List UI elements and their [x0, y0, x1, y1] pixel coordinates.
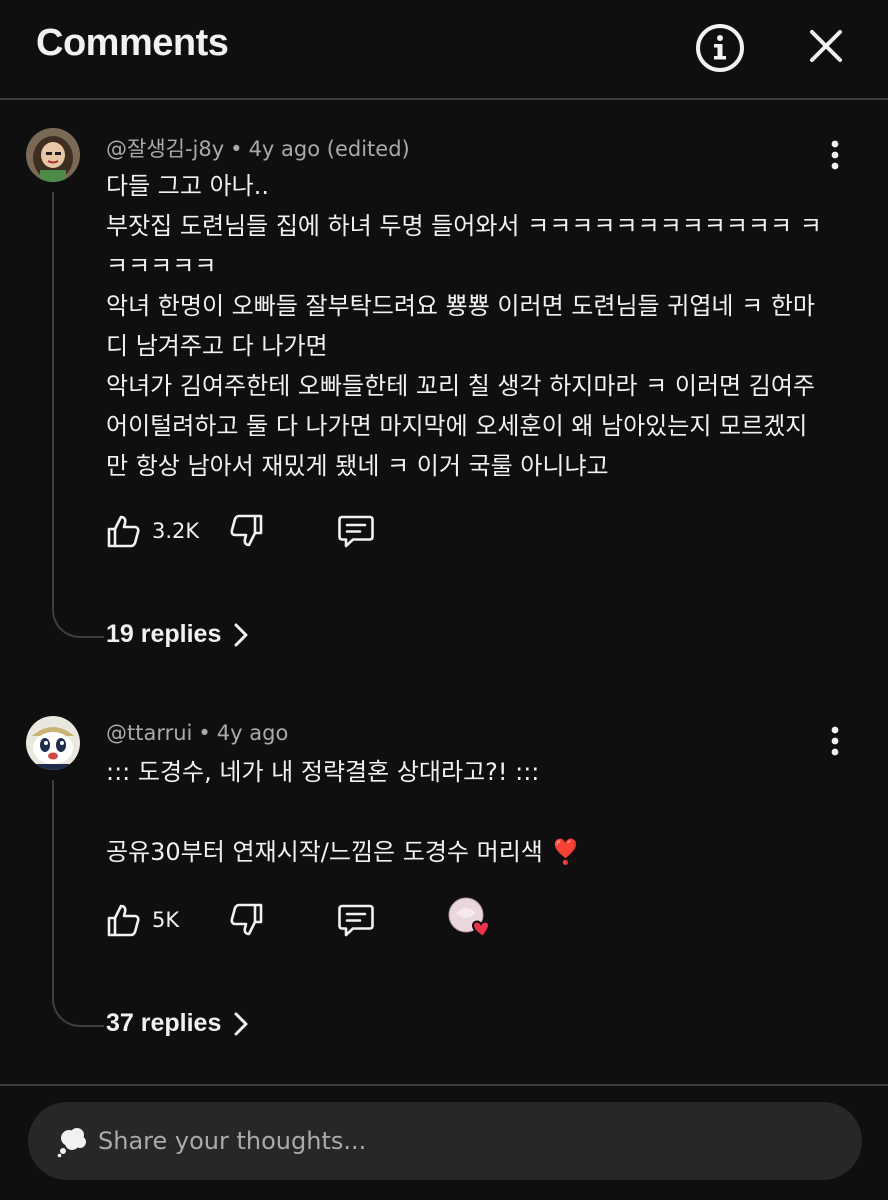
comment-line: 다들 그고 아나..	[106, 172, 269, 200]
replies-count: 19 replies	[106, 620, 222, 648]
close-icon	[810, 30, 842, 62]
comment-line: 악녀 한명이 오빠들 잘부탁드려요 뿅뿅 이러면 도련님들 귀엽네 ㅋ 한마디 …	[106, 292, 815, 360]
chevron-right-icon	[234, 1012, 248, 1035]
comment-input[interactable]	[98, 1116, 818, 1166]
separator-dot: •	[198, 721, 211, 745]
page-title: Comments	[36, 22, 229, 64]
thumbs-up-icon	[107, 904, 140, 937]
comment-text: ::: 도경수, 네가 내 정략결혼 상대라고?! ::: 공유30부터 연재시…	[106, 752, 826, 872]
separator-dot: •	[230, 137, 243, 161]
comment-text: 다들 그고 아나.. 부잣집 도련님들 집에 하녀 두명 들어와서 ㅋㅋㅋㅋㅋㅋ…	[106, 166, 826, 486]
like-count: 3.2K	[152, 519, 200, 543]
creator-heart-icon	[448, 897, 491, 939]
like-button[interactable]: 3.2K	[104, 511, 199, 551]
info-button[interactable]	[692, 22, 748, 78]
edited-label: (edited)	[326, 137, 410, 161]
avatar[interactable]	[26, 716, 80, 770]
comment-icon	[338, 515, 374, 548]
info-circle-icon	[696, 24, 744, 72]
thumbs-down-icon	[230, 514, 263, 547]
comment-time: 4y ago	[216, 721, 289, 745]
comment-author[interactable]: @잘생김-j8y	[106, 137, 224, 161]
thought-bubble-icon	[57, 1128, 86, 1158]
view-replies-button[interactable]: 37 replies	[106, 1009, 249, 1038]
comment-actions: 5K	[104, 897, 524, 940]
like-button[interactable]: 5K	[104, 900, 179, 940]
dislike-button[interactable]	[228, 900, 266, 940]
view-replies-button[interactable]: 19 replies	[106, 620, 249, 649]
comment-line: ::: 도경수, 네가 내 정략결혼 상대라고?! :::	[106, 758, 540, 786]
avatar-image	[26, 716, 80, 770]
divider	[0, 1084, 888, 1086]
comment-composer[interactable]	[28, 1102, 862, 1180]
thread-line	[52, 192, 104, 638]
like-count: 5K	[152, 908, 180, 932]
comment-line: 악녀가 김여주한테 오빠들한테 꼬리 칠 생각 하지마라 ㅋ 이러면 김여주 어…	[106, 372, 823, 480]
comment-author[interactable]: @ttarrui	[106, 721, 192, 745]
thumbs-down-icon	[230, 903, 263, 936]
avatar-image	[26, 128, 80, 182]
close-button[interactable]	[800, 20, 856, 76]
dislike-button[interactable]	[228, 511, 266, 551]
comment-line: 부잣집 도련님들 집에 하녀 두명 들어와서 ㅋㅋㅋㅋㅋㅋㅋㅋㅋㅋㅋㅋ ㅋㅋㅋㅋ…	[106, 212, 822, 280]
avatar[interactable]	[26, 128, 80, 182]
replies-count: 37 replies	[106, 1009, 222, 1037]
comment-time: 4y ago	[248, 137, 321, 161]
comments-header: Comments	[0, 0, 888, 100]
chevron-right-icon	[234, 623, 248, 646]
thread-line	[52, 780, 104, 1027]
comment-meta: @잘생김-j8y • 4y ago (edited)	[106, 133, 410, 163]
comment-actions: 3.2K	[104, 511, 524, 551]
creator-heart-badge	[446, 897, 494, 939]
reply-button[interactable]	[336, 900, 376, 940]
comment-icon	[338, 904, 374, 937]
comment-meta: @ttarrui • 4y ago	[106, 721, 288, 745]
thumbs-up-icon	[107, 515, 140, 548]
reply-button[interactable]	[336, 511, 376, 551]
comment-line: 공유30부터 연재시작/느낌은 도경수 머리색 ❣️	[106, 838, 581, 866]
comment-line	[106, 792, 826, 832]
